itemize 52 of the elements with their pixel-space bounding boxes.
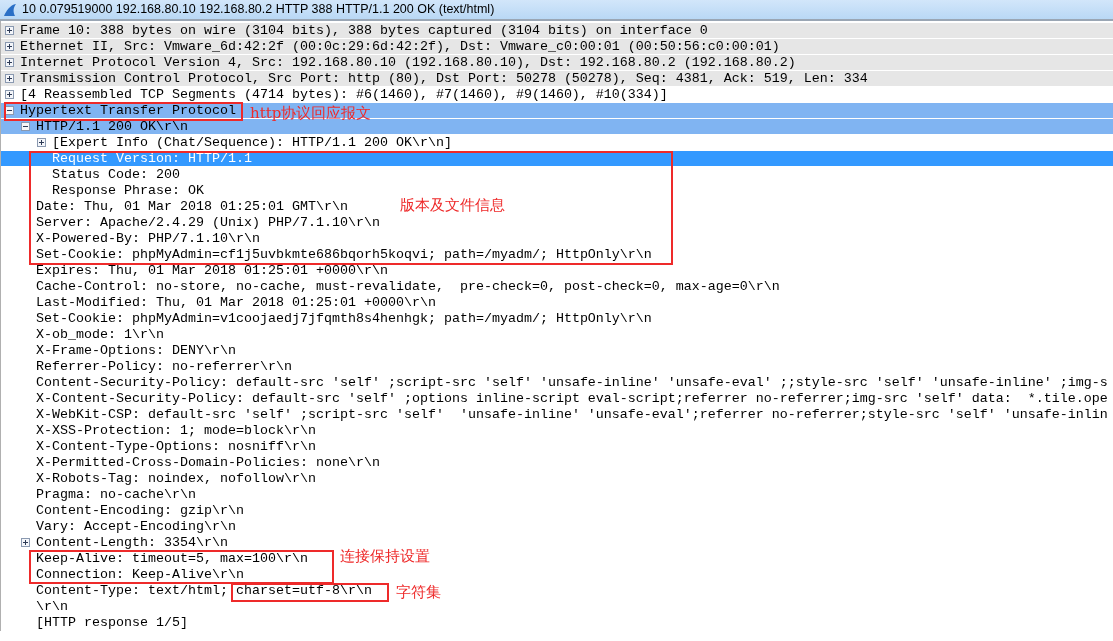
tree-item[interactable]: Set-Cookie: phpMyAdmin=cf1j5uvbkmte686bqorh5koqvi; path=/myadm/; HttpOnly\r\n [36, 246, 652, 263]
tree-item[interactable]: Content-Length: 3354\r\n [36, 534, 228, 551]
tree-item[interactable]: \r\n [36, 598, 68, 615]
tree-item[interactable]: [HTTP response 1/5] [36, 614, 188, 631]
expand-icon[interactable] [5, 42, 14, 51]
expand-icon[interactable] [21, 538, 30, 547]
tree-item[interactable]: Expires: Thu, 01 Mar 2018 01:25:01 +0000\r\n [36, 262, 388, 279]
tree-item[interactable]: [Expert Info (Chat/Sequence): HTTP/1.1 200 OK\r\n] [52, 134, 452, 151]
tree-item[interactable]: Last-Modified: Thu, 01 Mar 2018 01:25:01 +0000\r\n [36, 294, 436, 311]
tree-item[interactable]: Keep-Alive: timeout=5, max=100\r\n [36, 550, 308, 567]
expand-icon[interactable] [5, 58, 14, 67]
tree-item[interactable]: Internet Protocol Version 4, Src: 192.168.80.10 (192.168.80.10), Dst: 192.168.80.2 (192.168.80.2) [20, 54, 796, 71]
tree-item[interactable]: X-ob_mode: 1\r\n [36, 326, 164, 343]
window-title: 10 0.079519000 192.168.80.10 192.168.80.2 HTTP 388 HTTP/1.1 200 OK (text/html) [22, 1, 495, 19]
tree-item[interactable]: Status Code: 200 [52, 166, 180, 183]
tree-item[interactable]: Connection: Keep-Alive\r\n [36, 566, 244, 583]
tree-item[interactable]: HTTP/1.1 200 OK\r\n [36, 118, 188, 135]
expand-icon[interactable] [5, 26, 14, 35]
tree-item[interactable]: X-Powered-By: PHP/7.1.10\r\n [36, 230, 260, 247]
tree-item[interactable]: X-Content-Security-Policy: default-src 'self' ;options inline-script eval-script;referrer no-referrer;img-src 'self' data: *.tile.ope [36, 390, 1108, 407]
fin-icon [3, 2, 17, 17]
tree-item[interactable]: X-Frame-Options: DENY\r\n [36, 342, 236, 359]
tree-item[interactable]: Vary: Accept-Encoding\r\n [36, 518, 236, 535]
annotation-label: http协议回应报文 [250, 104, 372, 122]
annotation-label: 连接保持设置 [340, 547, 430, 565]
tree-item[interactable]: X-WebKit-CSP: default-src 'self' ;script-src 'self' 'unsafe-inline' 'unsafe-eval';referrer no-referrer;style-src 'self' 'unsafe-inlin [36, 406, 1108, 423]
tree-item[interactable]: X-Permitted-Cross-Domain-Policies: none\r\n [36, 454, 380, 471]
tree-item[interactable]: Transmission Control Protocol, Src Port: http (80), Dst Port: 50278 (50278), Seq: 4381, Ack: 519, Len: 334 [20, 70, 868, 87]
tree-item[interactable]: Ethernet II, Src: Vmware_6d:42:2f (00:0c:29:6d:42:2f), Dst: Vmware_c0:00:01 (00:50:56:c0:00:01) [20, 38, 780, 55]
tree-item[interactable]: X-Content-Type-Options: nosniff\r\n [36, 438, 316, 455]
tree-item[interactable]: X-XSS-Protection: 1; mode=block\r\n [36, 422, 316, 439]
expand-icon[interactable] [37, 138, 46, 147]
annotation-label: 字符集 [396, 583, 441, 601]
tree-item[interactable]: Response Phrase: OK [52, 182, 204, 199]
tree-item[interactable]: Content-Type: text/html; charset=utf-8\r\n [36, 582, 372, 599]
tree-item[interactable]: X-Robots-Tag: noindex, nofollow\r\n [36, 470, 316, 487]
expand-icon[interactable] [5, 74, 14, 83]
collapse-icon[interactable] [5, 106, 14, 115]
tree-item[interactable]: Content-Encoding: gzip\r\n [36, 502, 244, 519]
tree-item[interactable]: Server: Apache/2.4.29 (Unix) PHP/7.1.10\r\n [36, 214, 380, 231]
tree-item[interactable]: Frame 10: 388 bytes on wire (3104 bits), 388 bytes captured (3104 bits) on interface 0 [20, 22, 708, 39]
tree-item[interactable]: Pragma: no-cache\r\n [36, 486, 196, 503]
tree-item[interactable]: [4 Reassembled TCP Segments (4714 bytes): #6(1460), #7(1460), #9(1460), #10(334)] [20, 86, 668, 103]
tree-item[interactable]: Cache-Control: no-store, no-cache, must-revalidate, pre-check=0, post-check=0, max-age=0\r\n [36, 278, 780, 295]
tree-item[interactable]: Date: Thu, 01 Mar 2018 01:25:01 GMT\r\n [36, 198, 348, 215]
expand-icon[interactable] [5, 90, 14, 99]
tree-item[interactable]: Referrer-Policy: no-referrer\r\n [36, 358, 292, 375]
annotation-label: 版本及文件信息 [400, 196, 505, 214]
tree-item[interactable]: Content-Security-Policy: default-src 'self' ;script-src 'self' 'unsafe-inline' 'unsafe-eval' ;;style-src 'self' 'unsafe-inline' ;img-s [36, 374, 1108, 391]
collapse-icon[interactable] [21, 122, 30, 131]
tree-item[interactable]: Hypertext Transfer Protocol [20, 102, 236, 119]
tree-item[interactable]: Set-Cookie: phpMyAdmin=v1coojaedj7jfqmth8s4henhgk; path=/myadm/; HttpOnly\r\n [36, 310, 652, 327]
